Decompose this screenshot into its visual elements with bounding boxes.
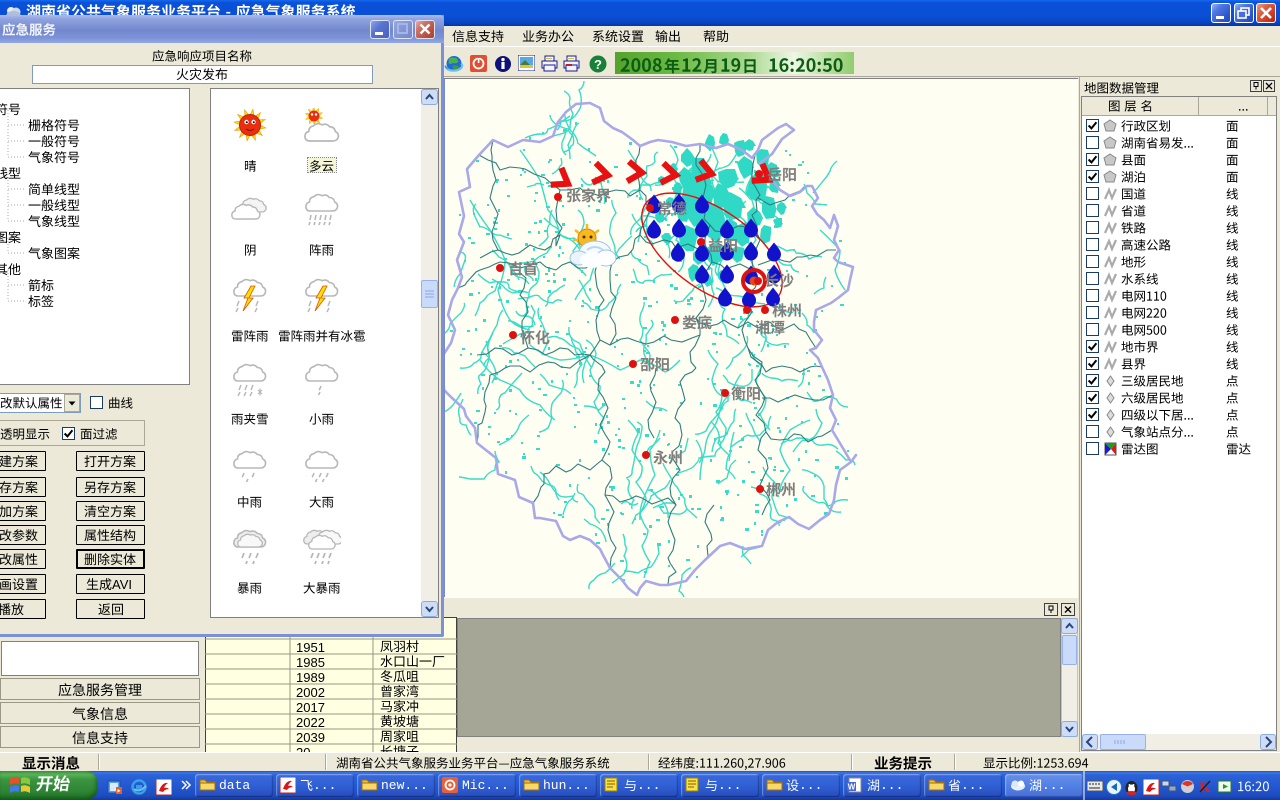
svg-text:?: ? [594,57,602,72]
svg-text:W: W [848,783,856,792]
